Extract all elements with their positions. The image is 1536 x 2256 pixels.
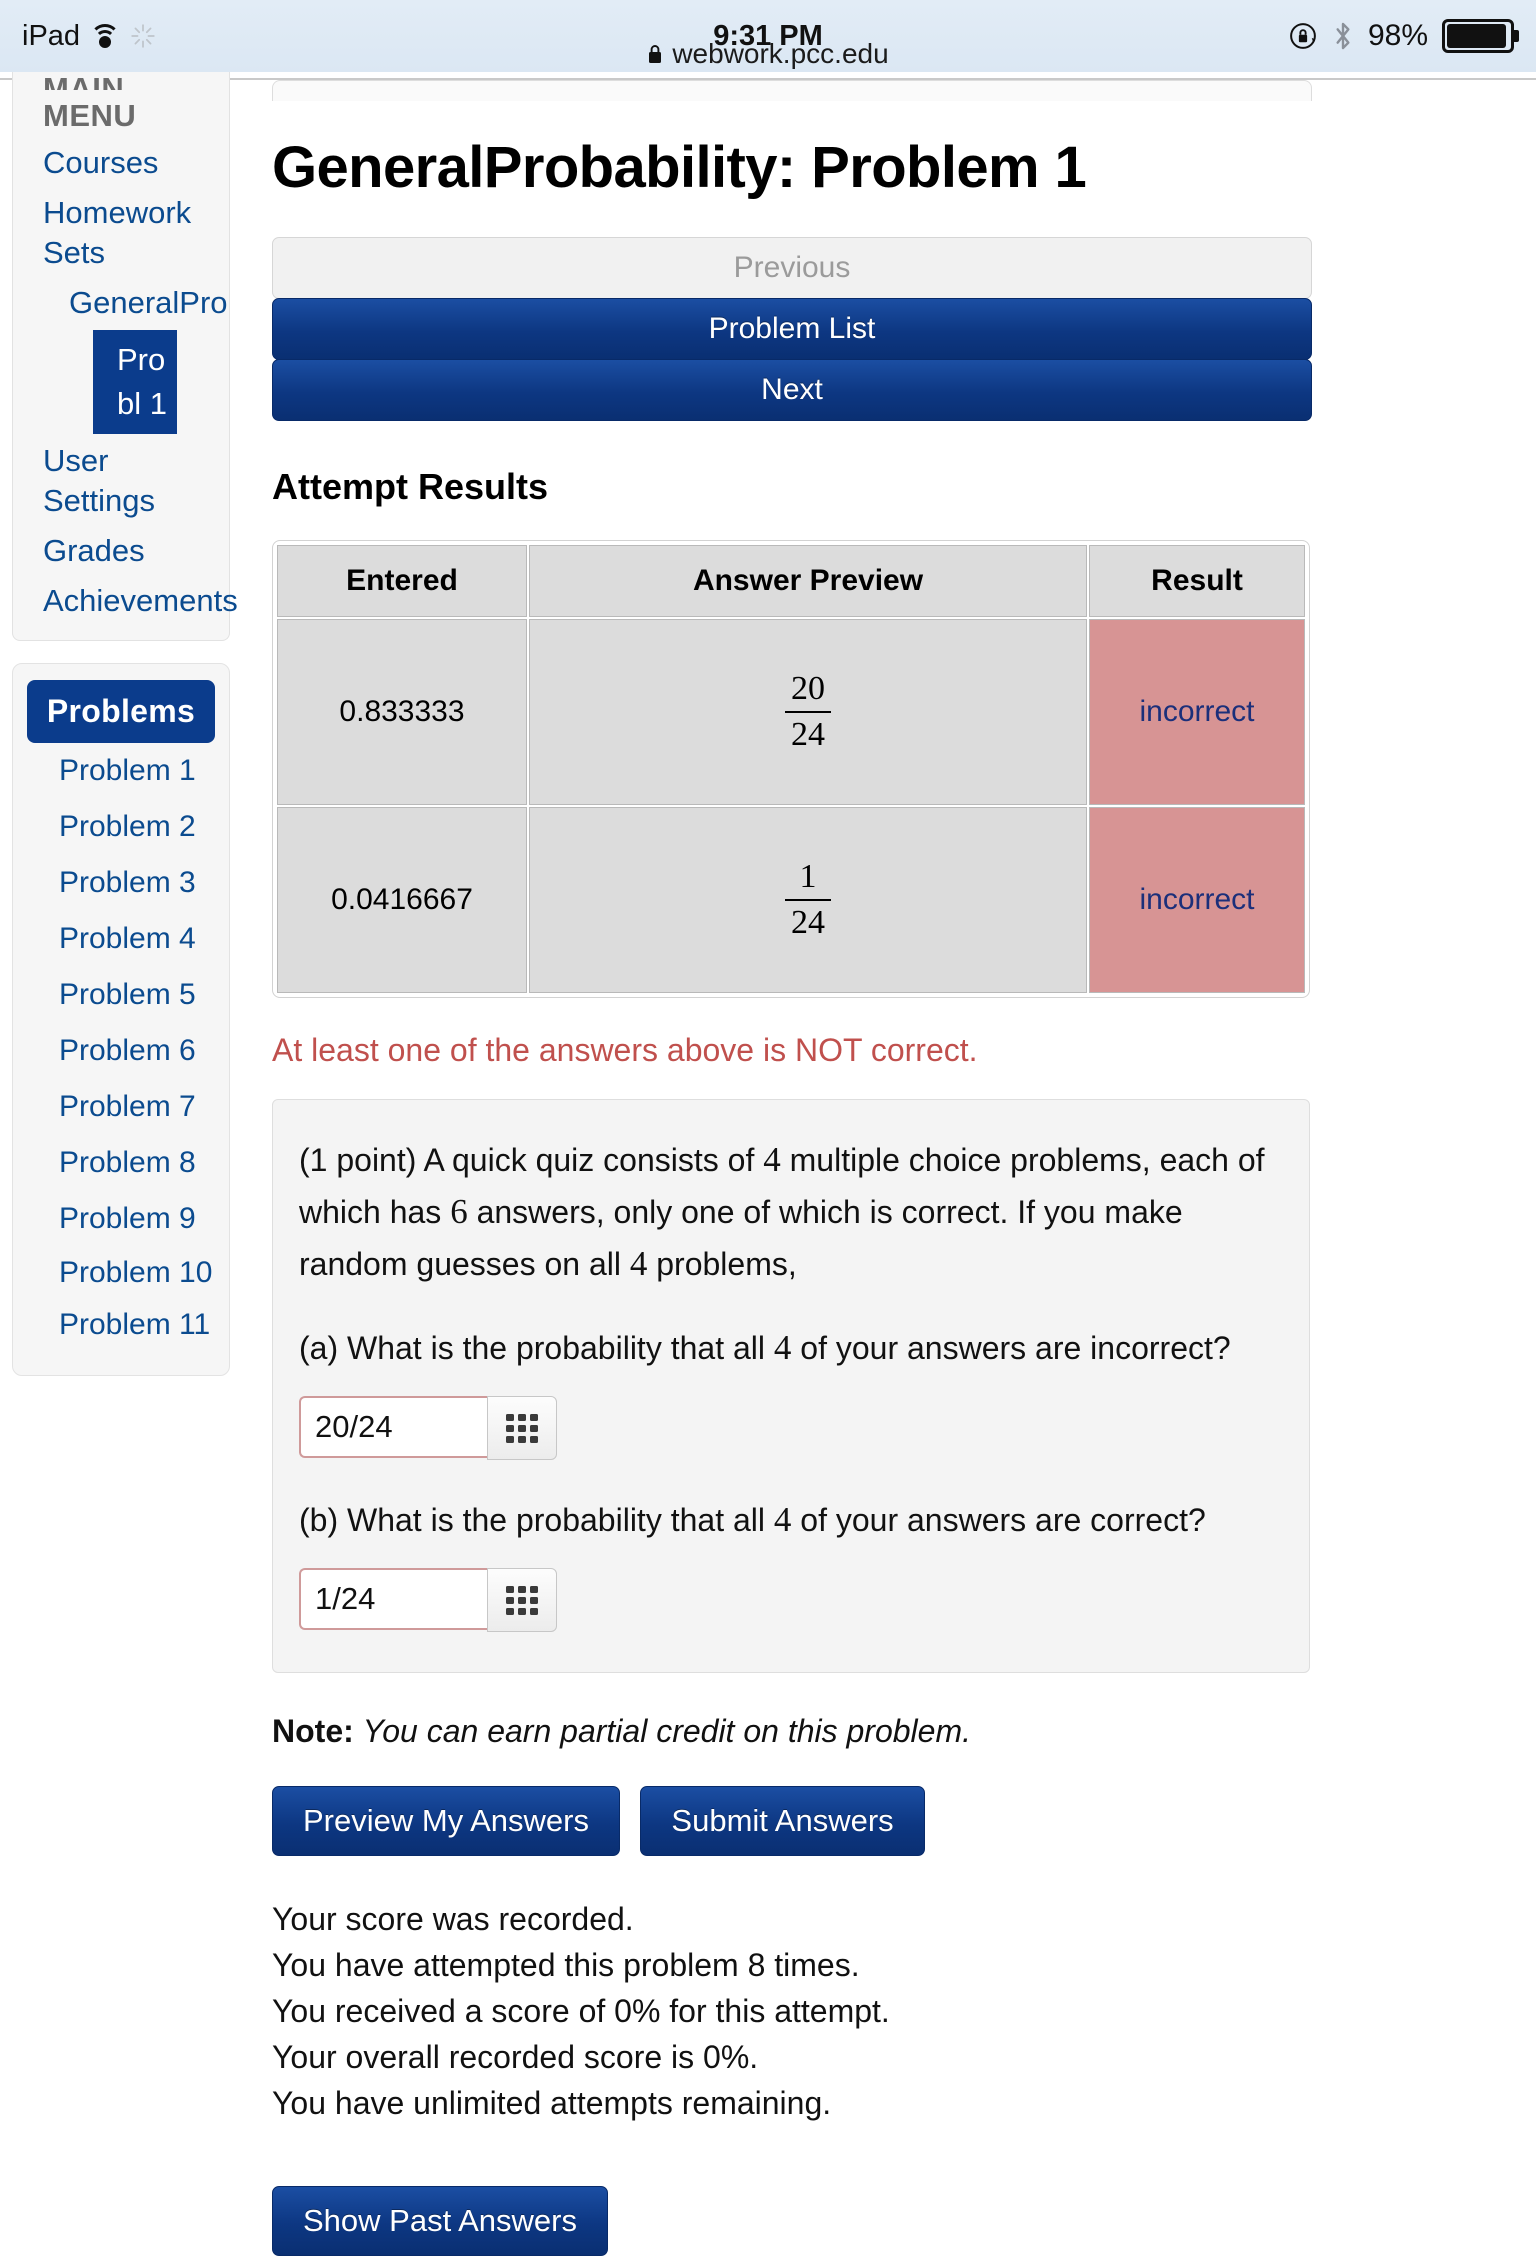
fraction-numerator: 1	[799, 857, 817, 895]
score-line-1: Your score was recorded.	[272, 1901, 634, 1937]
question-a-text-end: of your answers are incorrect?	[800, 1330, 1231, 1366]
question-b: (b) What is the probability that all 4 o…	[299, 1496, 1283, 1544]
problems-panel: Problems Problem 1 Problem 2 Problem 3 P…	[12, 663, 230, 1376]
partial-credit-note: Note: You can earn partial credit on thi…	[272, 1713, 1312, 1750]
answer-input-a[interactable]: 20/24	[299, 1396, 487, 1458]
problem-navigation: Previous Problem List Next	[272, 237, 1312, 421]
attempt-results-heading: Attempt Results	[272, 466, 549, 507]
submit-answers-button[interactable]: Submit Answers	[640, 1786, 925, 1856]
menu-heading: MENU	[43, 98, 137, 133]
cell-entered-2: 0.0416667	[277, 807, 527, 993]
problem-link-9[interactable]: Problem 9	[13, 1191, 229, 1247]
score-line-2: You have attempted this problem 8 times.	[272, 1947, 860, 1983]
table-row: 0.0416667 1 24 incorrect	[277, 807, 1305, 993]
cell-result-2: incorrect	[1089, 807, 1305, 993]
problem-list-button[interactable]: Problem List	[272, 298, 1312, 360]
problem-number-4b: 4	[629, 1244, 648, 1283]
cell-entered-1: 0.833333	[277, 619, 527, 805]
fraction-2: 1 24	[785, 857, 831, 940]
question-a-number: 4	[773, 1328, 792, 1367]
preview-my-answers-button[interactable]: Preview My Answers	[272, 1786, 620, 1856]
sidebar-item-homework-sets[interactable]: Homework Sets	[13, 188, 229, 278]
table-row: 0.833333 20 24 incorrect	[277, 619, 1305, 805]
problem-statement: (1 point) A quick quiz consists of 4 mul…	[299, 1134, 1283, 1290]
question-b-text-end: of your answers are correct?	[800, 1502, 1206, 1538]
score-line-5: You have unlimited attempts remaining.	[272, 2085, 832, 2121]
cell-answer-preview-2: 1 24	[529, 807, 1087, 993]
problem-points: (1 point)	[299, 1142, 417, 1178]
main-label-clipped: MAIN	[43, 72, 125, 90]
fraction-numerator: 20	[791, 669, 825, 707]
note-text: You can earn partial credit on this prob…	[362, 1713, 971, 1749]
keypad-grid	[506, 1585, 538, 1615]
main-content: GeneralProbability: Problem 1 Previous P…	[272, 80, 1312, 2256]
problem-number-6: 6	[450, 1192, 468, 1231]
problem-link-1[interactable]: Problem 1	[13, 743, 229, 799]
attempt-results-table-wrapper: Entered Answer Preview Result 0.833333 2…	[272, 540, 1310, 998]
answer-input-b[interactable]: 1/24	[299, 1568, 487, 1630]
url-text: webwork.pcc.edu	[672, 38, 889, 69]
keypad-icon[interactable]	[487, 1568, 557, 1632]
column-header-answer-preview: Answer Preview	[529, 545, 1087, 617]
problem-link-6[interactable]: Problem 6	[13, 1023, 229, 1079]
main-menu-panel: MAIN MENU Courses Homework Sets GeneralP…	[12, 72, 238, 641]
sidebar-item-user-settings[interactable]: User Settings	[13, 436, 229, 526]
top-panel-fragment	[272, 80, 1312, 101]
problem-link-11[interactable]: Problem 11	[13, 1299, 229, 1351]
show-past-answers-container: Show Past Answers	[272, 2186, 1312, 2256]
problem-stem-4: problems,	[656, 1246, 797, 1282]
question-b-text-start: (b) What is the probability that all	[299, 1502, 765, 1538]
problems-panel-header[interactable]: Problems	[27, 680, 215, 743]
answer-action-buttons: Preview My Answers Submit Answers	[272, 1786, 1312, 1856]
sidebar: MAIN MENU Courses Homework Sets GeneralP…	[12, 72, 238, 1376]
problem-link-2[interactable]: Problem 2	[13, 799, 229, 855]
sidebar-item-problem-1-active[interactable]: Probl 1	[93, 330, 177, 434]
answer-row-b: 1/24	[299, 1568, 1283, 1632]
problem-link-10[interactable]: Problem 10	[13, 1247, 229, 1299]
column-header-result: Result	[1089, 545, 1305, 617]
sidebar-item-achievements[interactable]: Achievements	[13, 576, 238, 626]
question-a-text-start: (a) What is the probability that all	[299, 1330, 765, 1366]
problem-body: (1 point) A quick quiz consists of 4 mul…	[272, 1099, 1310, 1673]
fraction-denominator: 24	[785, 898, 831, 940]
next-button[interactable]: Next	[272, 359, 1312, 421]
score-line-3: You received a score of 0% for this atte…	[272, 1993, 890, 2029]
keypad-grid	[506, 1413, 538, 1443]
column-header-entered: Entered	[277, 545, 527, 617]
problem-link-8[interactable]: Problem 8	[13, 1135, 229, 1191]
note-label: Note:	[272, 1713, 354, 1749]
problem-link-5[interactable]: Problem 5	[13, 967, 229, 1023]
fraction-1: 20 24	[785, 669, 831, 752]
page-content: MAIN MENU Courses Homework Sets GeneralP…	[0, 72, 1536, 2256]
problem-link-7[interactable]: Problem 7	[13, 1079, 229, 1135]
score-messages: Your score was recorded. You have attemp…	[272, 1896, 1312, 2126]
show-past-answers-button[interactable]: Show Past Answers	[272, 2186, 608, 2256]
page-title: GeneralProbability: Problem 1	[272, 135, 1087, 200]
problem-number-4a: 4	[763, 1140, 781, 1179]
problem-stem-1: A quick quiz consists of	[423, 1142, 755, 1178]
score-line-4: Your overall recorded score is 0%.	[272, 2039, 759, 2075]
attempt-results-table: Entered Answer Preview Result 0.833333 2…	[275, 543, 1307, 995]
problem-link-4[interactable]: Problem 4	[13, 911, 229, 967]
error-message: At least one of the answers above is NOT…	[272, 1032, 978, 1068]
table-header-row: Entered Answer Preview Result	[277, 545, 1305, 617]
problem-link-3[interactable]: Problem 3	[13, 855, 229, 911]
sidebar-item-grades[interactable]: Grades	[13, 526, 229, 576]
cell-answer-preview-1: 20 24	[529, 619, 1087, 805]
lock-icon	[649, 45, 662, 63]
cell-result-1: incorrect	[1089, 619, 1305, 805]
browser-url-bar[interactable]: webwork.pcc.edu	[0, 34, 1536, 74]
previous-button[interactable]: Previous	[272, 237, 1312, 299]
keypad-icon[interactable]	[487, 1396, 557, 1460]
question-a: (a) What is the probability that all 4 o…	[299, 1324, 1283, 1372]
fraction-denominator: 24	[785, 710, 831, 752]
sidebar-item-courses[interactable]: Courses	[13, 138, 229, 188]
question-b-number: 4	[773, 1500, 792, 1539]
answer-row-a: 20/24	[299, 1396, 1283, 1460]
sidebar-item-generalprobability[interactable]: GeneralPro	[13, 278, 229, 328]
